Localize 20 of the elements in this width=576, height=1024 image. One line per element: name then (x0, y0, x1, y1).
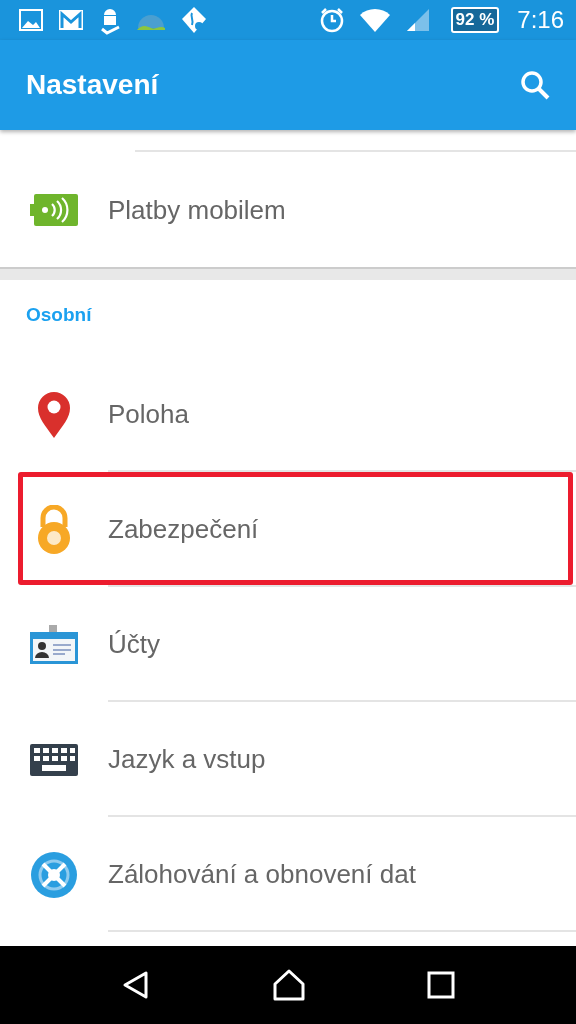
settings-item[interactable]: Platby mobilem (0, 152, 576, 267)
screen-title: Nastavení (26, 69, 160, 101)
nfc-icon (30, 192, 78, 227)
section-header: Osobní (25, 302, 93, 327)
location-pin-icon (37, 390, 71, 439)
gallery-icon[interactable] (18, 8, 44, 32)
settings-item[interactable]: Zabezpečení (0, 472, 576, 587)
settings-item[interactable]: Jazyk a vstup (0, 702, 576, 817)
keyboard-icon (29, 742, 79, 777)
id-card-icon (29, 624, 79, 665)
mail-icon[interactable] (58, 9, 84, 31)
settings-item[interactable]: Poloha (0, 357, 576, 472)
clock-time: 7:16 (517, 6, 564, 34)
wifi-icon (358, 6, 391, 34)
battery-level: 92 % (450, 7, 500, 33)
padlock-icon (36, 504, 72, 555)
alarm-clock-icon (318, 7, 345, 33)
backup-restore-icon (30, 850, 78, 899)
settings-item[interactable]: Účty (0, 587, 576, 702)
settings-item[interactable]: Zálohování a obnovení dat (0, 817, 576, 932)
